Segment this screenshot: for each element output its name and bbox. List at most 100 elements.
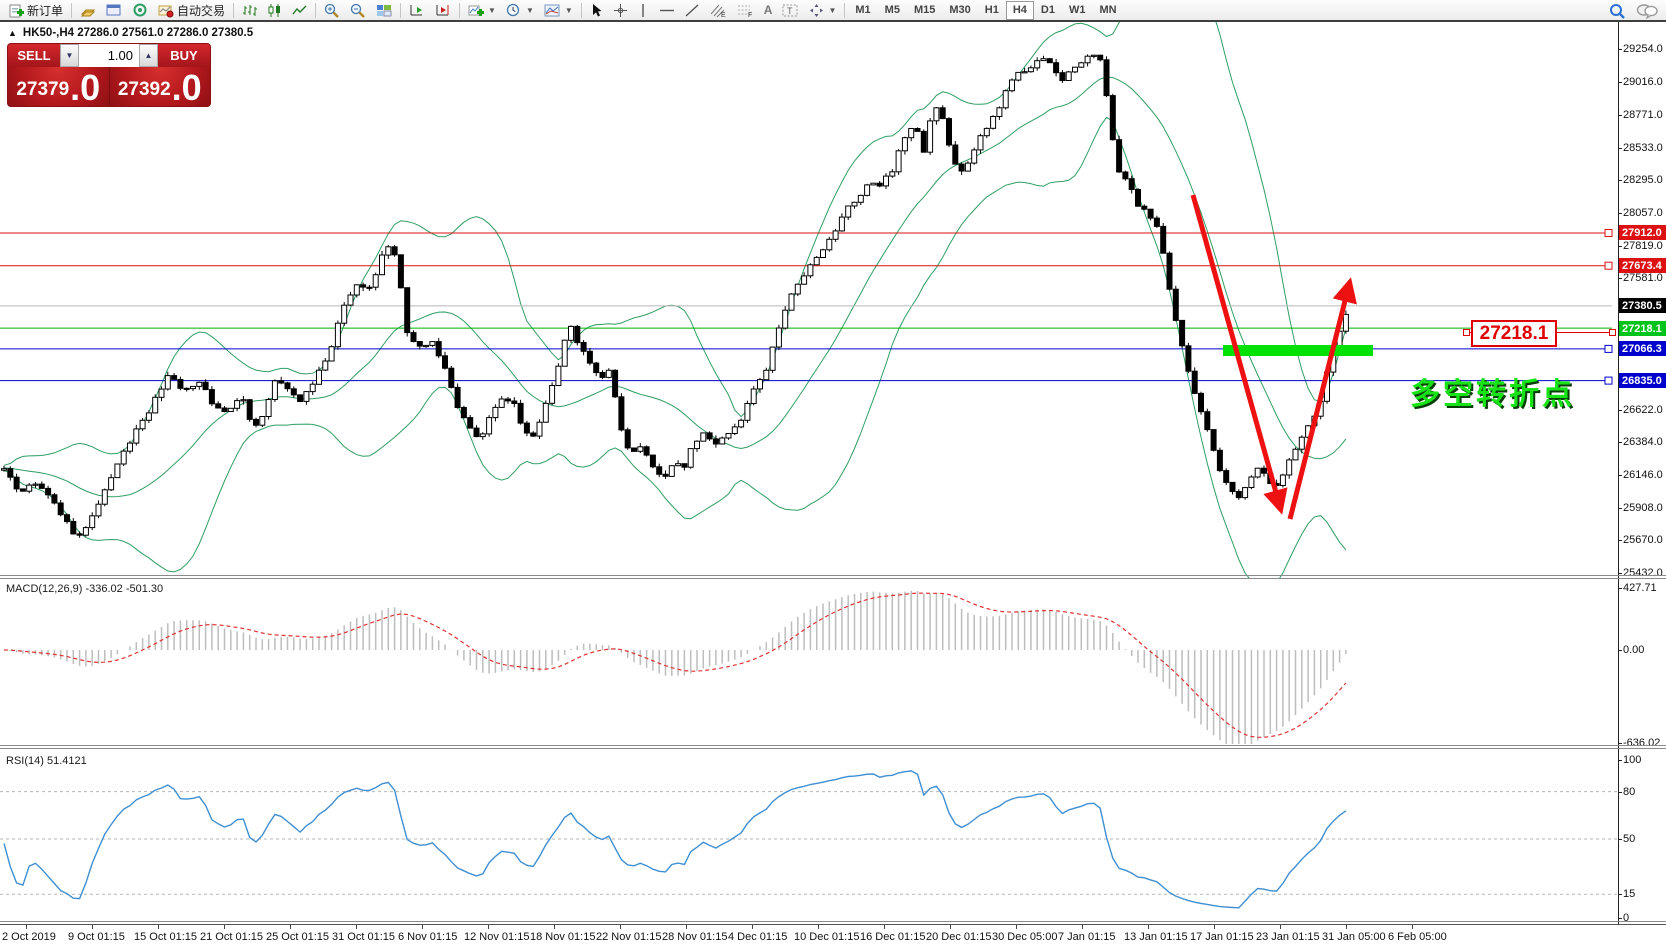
candle-bullish (857, 194, 864, 203)
autotrading-button[interactable]: 自动交易 (153, 0, 230, 21)
candlestick-button[interactable] (262, 0, 287, 21)
candle-bearish (435, 341, 442, 357)
candle-bullish (492, 406, 499, 419)
bar-chart-button[interactable] (237, 0, 262, 21)
candle-bullish (486, 417, 493, 435)
candle-bearish (914, 128, 921, 132)
candle-bearish (64, 514, 70, 523)
profiles-button[interactable] (75, 0, 101, 21)
rsi-tick-mark (1618, 839, 1622, 840)
candle-bullish (687, 448, 694, 468)
pane-separator[interactable] (0, 745, 1666, 746)
new-order-button[interactable]: 新订单 (4, 0, 68, 21)
timeframe-m5[interactable]: M5 (878, 1, 907, 20)
candle-bullish (1021, 71, 1028, 74)
templates-button[interactable]: ▼ (539, 0, 578, 21)
line-endpoint-marker[interactable] (1604, 229, 1613, 237)
macd-pane[interactable] (0, 578, 1618, 748)
pane-separator[interactable] (0, 748, 1666, 749)
periods-button[interactable]: ▼ (501, 0, 539, 21)
timeframe-h4[interactable]: H4 (1005, 0, 1034, 20)
timeframe-m30[interactable]: M30 (942, 1, 977, 20)
text-tool-button[interactable]: A (759, 0, 778, 21)
chart-shift-button[interactable] (430, 0, 456, 21)
time-axis[interactable]: 2 Oct 2019 9 Oct 01:15 15 Oct 01:15 21 Oct … (0, 924, 1666, 947)
market-watch-icon (106, 4, 121, 15)
price-callout-label[interactable]: 27218.1 (1471, 320, 1557, 347)
label-tool-button[interactable]: T (777, 0, 804, 21)
buy-price: 27392 (117, 79, 171, 100)
market-watch-button[interactable] (101, 0, 127, 21)
crosshair-tool-button[interactable] (608, 0, 633, 21)
chat-icon[interactable] (1636, 3, 1658, 19)
time-label: 16 Dec 01:15 (860, 931, 926, 943)
timeframe-m1[interactable]: M1 (848, 1, 877, 20)
vline-tool-button[interactable] (633, 0, 654, 21)
rsi-pane[interactable] (0, 748, 1618, 924)
search-icon[interactable] (1609, 3, 1626, 20)
line-endpoint-marker[interactable] (1604, 261, 1613, 270)
zoom-out-button[interactable] (345, 0, 371, 21)
candle-bullish (744, 403, 751, 421)
timeframe-d1[interactable]: D1 (1034, 1, 1062, 20)
lot-increase-button[interactable]: ▲ (139, 44, 158, 67)
line-endpoint-marker[interactable] (1604, 376, 1613, 385)
lot-size-input[interactable] (79, 44, 139, 67)
channel-tool-button[interactable]: E (705, 0, 732, 21)
candle-bearish (460, 407, 467, 419)
tile-windows-button[interactable] (371, 0, 397, 21)
candle-bullish (1090, 54, 1097, 57)
time-label: 6 Feb 05:00 (1388, 931, 1447, 943)
pane-separator[interactable] (0, 575, 1666, 576)
candle-bearish (1235, 491, 1242, 499)
candle-bearish (171, 375, 178, 380)
symbol-collapse-icon[interactable]: ▲ (8, 28, 17, 38)
time-label: 23 Jan 01:15 (1256, 931, 1320, 943)
zoom-in-button[interactable] (319, 0, 345, 21)
sell-button[interactable]: SELL (8, 44, 60, 67)
candle-bullish (694, 440, 700, 450)
line-endpoint-marker[interactable] (1604, 344, 1613, 353)
timeframe-m15[interactable]: M15 (907, 1, 942, 20)
trendline-tool-button[interactable] (680, 0, 705, 21)
candle-bullish (271, 380, 278, 400)
auto-scroll-button[interactable] (404, 0, 430, 21)
hline-tool-button[interactable] (654, 0, 680, 21)
candle-bullish (347, 294, 354, 306)
candle-bullish (1305, 425, 1312, 438)
buy-button[interactable]: BUY (158, 44, 210, 67)
main-price-pane[interactable] (0, 22, 1618, 578)
fibonacci-tool-button[interactable]: F (732, 0, 759, 21)
timeframe-mn[interactable]: MN (1092, 1, 1123, 20)
candle-bearish (505, 398, 511, 402)
chinese-annotation-text[interactable]: 多空转折点 (1410, 369, 1575, 413)
autotrading-icon (158, 5, 174, 17)
candle-bearish (297, 394, 304, 402)
rsi-tick-mark (1618, 918, 1622, 919)
candle-bullish (89, 515, 96, 529)
data-window-button[interactable] (127, 0, 153, 21)
sell-price-button[interactable]: 27379 .0 (8, 67, 109, 106)
cursor-tool-button[interactable] (585, 0, 608, 21)
buy-price-button[interactable]: 27392 .0 (109, 67, 210, 106)
price-tick-label: 27581.0 (1623, 272, 1663, 284)
candle-bearish (624, 429, 631, 449)
timeframe-w1[interactable]: W1 (1062, 1, 1093, 20)
candle-bullish (675, 463, 682, 467)
lot-decrease-button[interactable]: ▼ (60, 44, 79, 67)
indicators-button[interactable]: ▼ (463, 0, 501, 21)
candle-bullish (870, 182, 877, 186)
candle-bullish (996, 107, 1003, 118)
timeframe-h1[interactable]: H1 (978, 1, 1006, 20)
pane-separator[interactable] (0, 578, 1666, 579)
candle-bullish (883, 175, 889, 187)
candle-bearish (939, 107, 946, 120)
chart-area[interactable]: ▲ HK50-,H4 27286.0 27561.0 27286.0 27380… (0, 22, 1666, 947)
candle-bearish (958, 163, 965, 172)
candle-bullish (775, 327, 782, 348)
macd-tick-mark (1618, 743, 1622, 744)
arrows-tool-button[interactable]: ▼ (804, 0, 841, 21)
candle-bearish (70, 521, 77, 535)
line-chart-button[interactable] (287, 0, 312, 21)
candle-bullish (328, 346, 335, 362)
